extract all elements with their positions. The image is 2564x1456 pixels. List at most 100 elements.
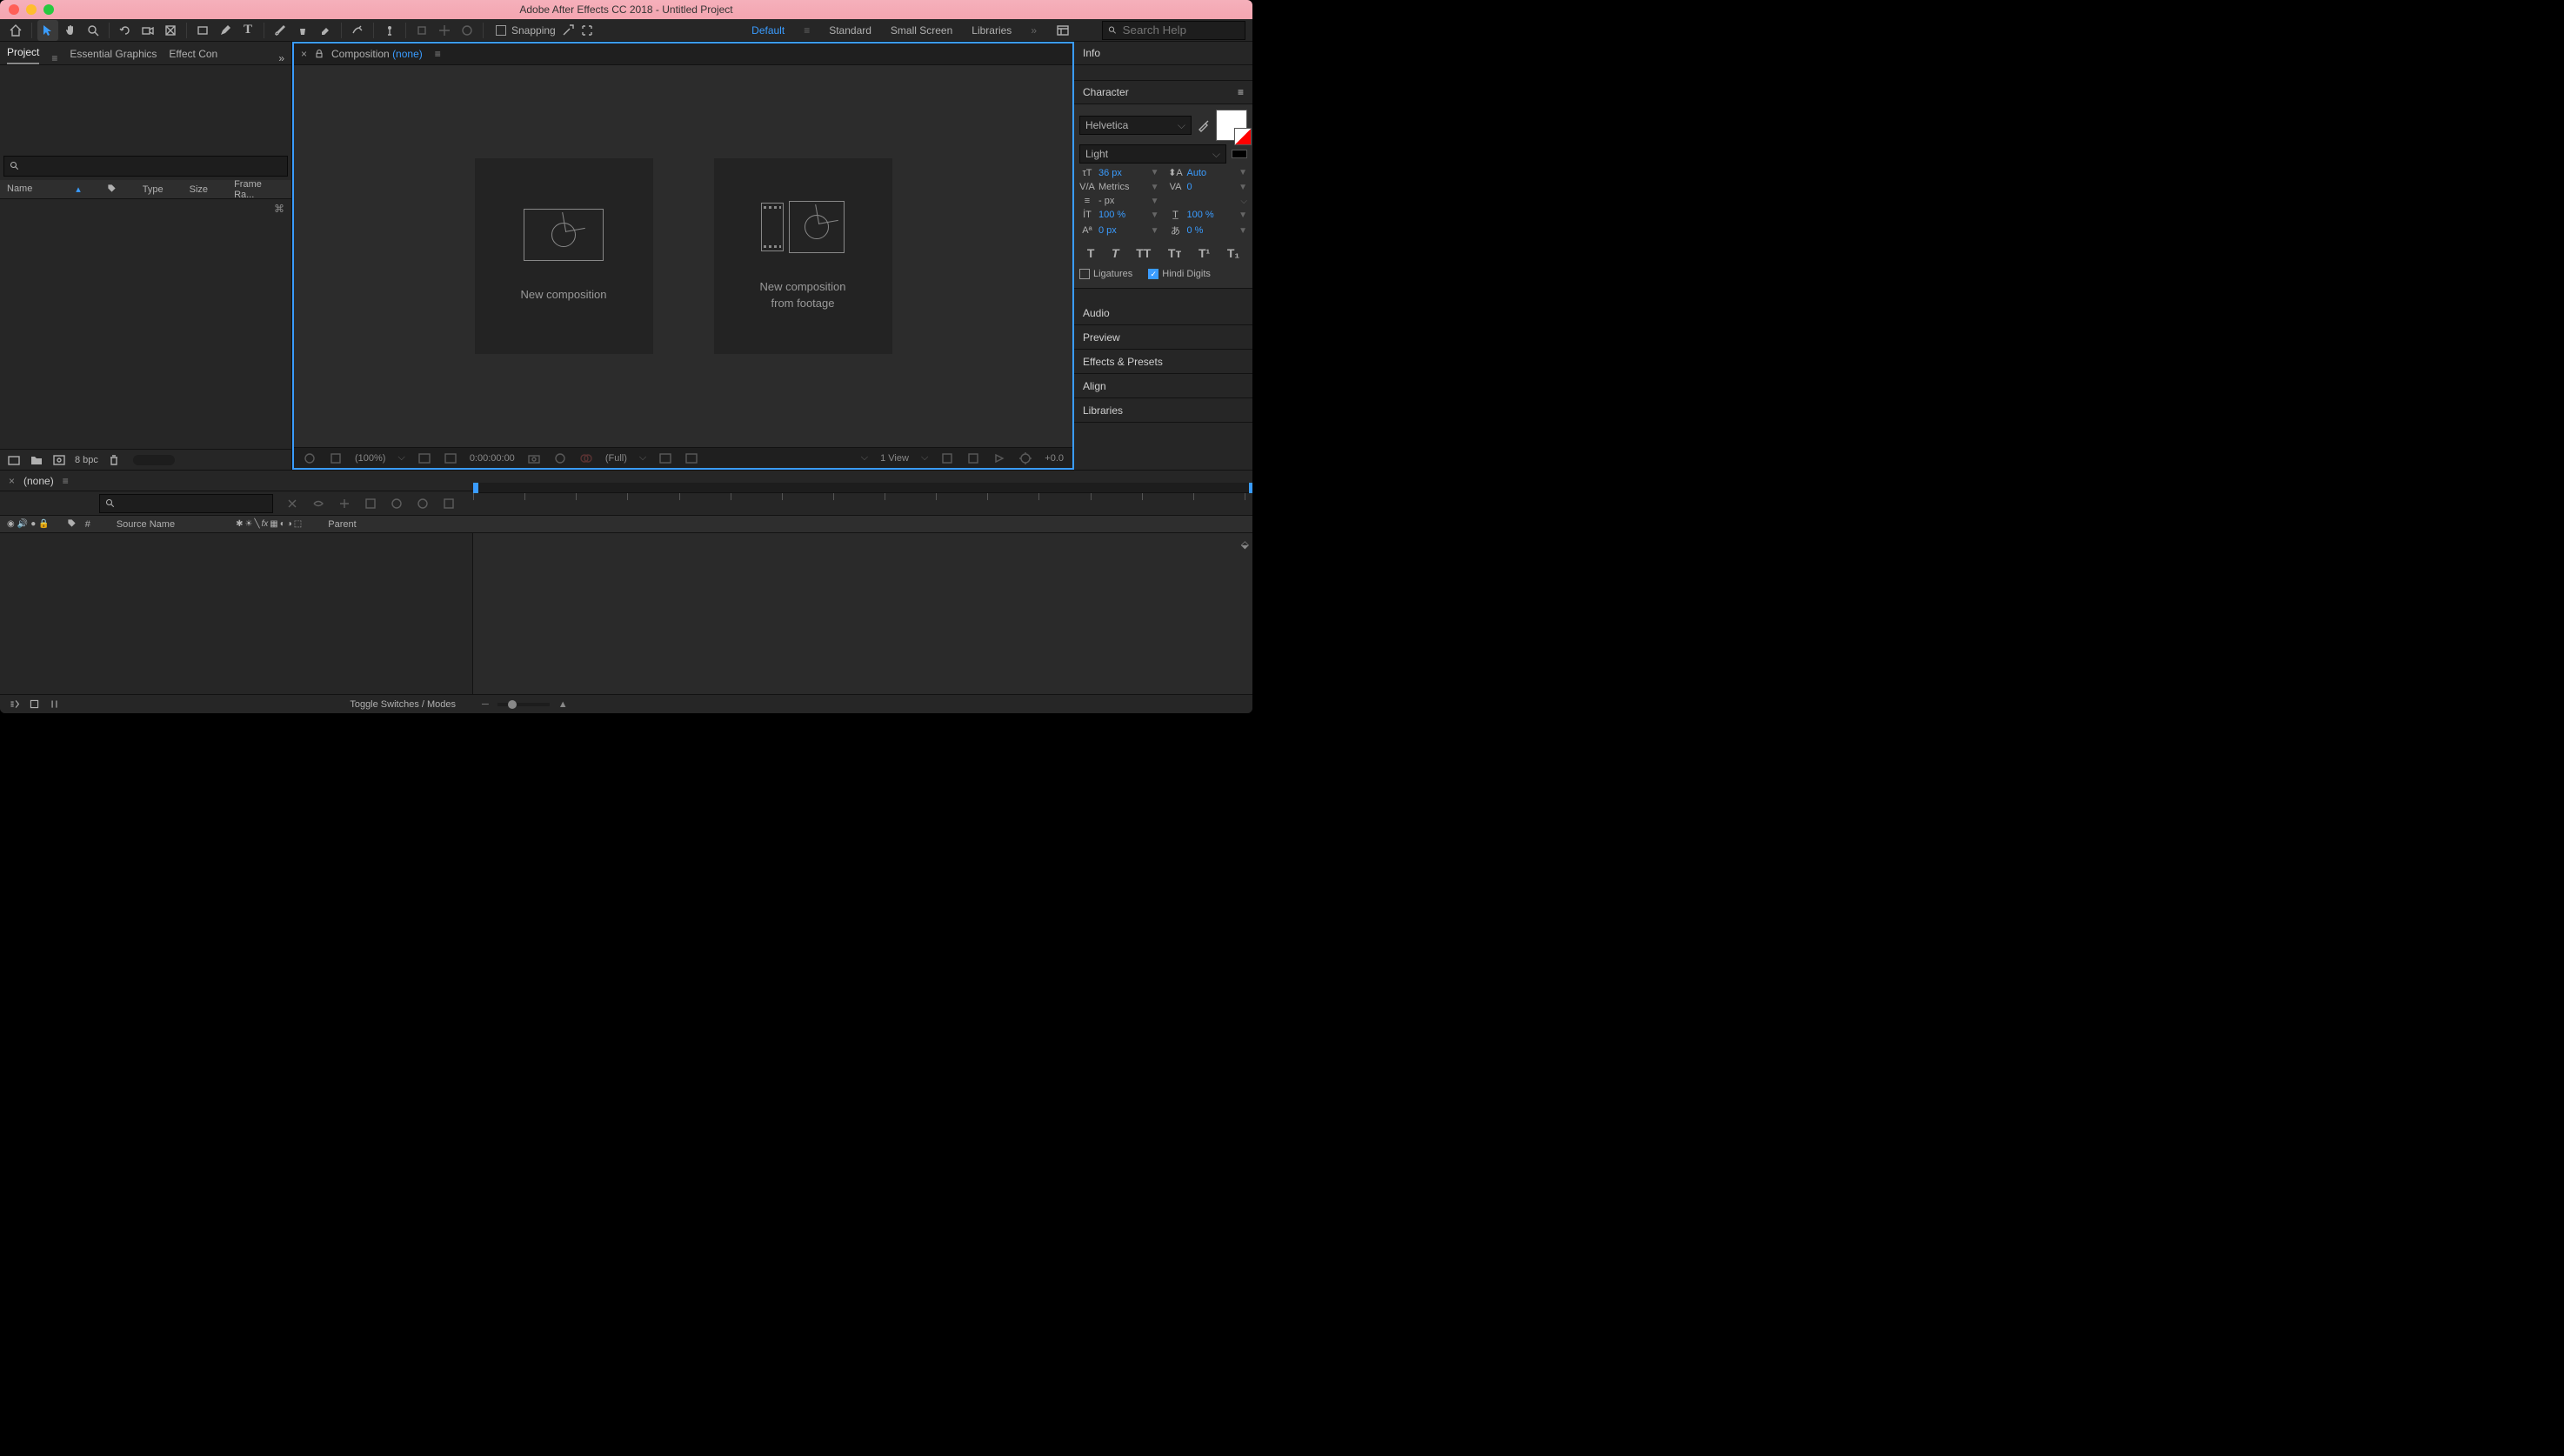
- allcaps-button[interactable]: TT: [1136, 246, 1151, 260]
- workspace-libraries[interactable]: Libraries: [972, 24, 1012, 37]
- resolution-value[interactable]: (Full): [605, 453, 627, 464]
- exposure-value[interactable]: +0.0: [1045, 453, 1064, 464]
- tsume-field[interactable]: あ0 %▼: [1168, 224, 1248, 237]
- project-slider[interactable]: [133, 455, 175, 465]
- audio-panel-header[interactable]: Audio: [1074, 301, 1252, 325]
- zoom-tool[interactable]: [83, 20, 103, 41]
- audio-col-icon[interactable]: 🔊: [17, 519, 28, 529]
- flowchart-icon[interactable]: ⌘: [274, 203, 284, 215]
- clone-stamp-tool[interactable]: [292, 20, 313, 41]
- view-dropdown-icon[interactable]: ⌵: [861, 452, 868, 464]
- timeline-tab-close-icon[interactable]: ×: [9, 475, 15, 487]
- video-col-icon[interactable]: ◉: [7, 519, 15, 529]
- ligatures-checkbox[interactable]: Ligatures: [1079, 269, 1132, 279]
- italic-button[interactable]: T: [1112, 246, 1119, 260]
- font-size-field[interactable]: τT36 px▼: [1079, 167, 1159, 178]
- 3d-switch-icon[interactable]: ⬚: [294, 519, 302, 529]
- guides-icon[interactable]: [684, 451, 698, 465]
- parent-col[interactable]: Parent: [328, 519, 356, 530]
- resolution-icon[interactable]: [417, 451, 431, 465]
- bpc-label[interactable]: 8 bpc: [75, 455, 98, 465]
- col-name[interactable]: Name: [7, 184, 32, 195]
- new-composition-button[interactable]: New composition: [475, 158, 653, 354]
- type-tool[interactable]: T: [237, 20, 258, 41]
- frame-blend-switch-icon[interactable]: ▦: [270, 519, 277, 529]
- roi-icon[interactable]: [444, 451, 457, 465]
- workspace-default[interactable]: Default: [751, 24, 785, 37]
- project-columns-header[interactable]: Name▴ Type Size Frame Ra...: [0, 180, 291, 199]
- project-search-input[interactable]: [3, 156, 288, 177]
- zoom-dropdown-icon[interactable]: ⌵: [397, 452, 404, 464]
- close-window-button[interactable]: [9, 4, 19, 15]
- view-axis-tool[interactable]: [457, 20, 477, 41]
- show-channel-icon[interactable]: [553, 451, 567, 465]
- font-weight-select[interactable]: Light⌵: [1079, 144, 1226, 164]
- timecode-value[interactable]: 0:00:00:00: [470, 453, 515, 464]
- search-help-field[interactable]: [1123, 23, 1239, 37]
- exposure-reset-icon[interactable]: [1018, 451, 1032, 465]
- toggle-switches-modes-button[interactable]: Toggle Switches / Modes: [350, 699, 456, 710]
- fast-preview-icon[interactable]: [992, 451, 1006, 465]
- shy-icon[interactable]: [337, 497, 351, 511]
- interpret-footage-icon[interactable]: [7, 453, 21, 467]
- hindi-digits-checkbox[interactable]: Hindi Digits: [1148, 269, 1211, 279]
- local-axis-tool[interactable]: [411, 20, 432, 41]
- transfer-modes-icon[interactable]: [49, 698, 60, 710]
- draft-3d-icon[interactable]: [311, 497, 325, 511]
- index-col[interactable]: #: [85, 519, 90, 530]
- effects-presets-panel-header[interactable]: Effects & Presets: [1074, 350, 1252, 374]
- orbit-tool[interactable]: [115, 20, 136, 41]
- kerning-field[interactable]: V/AMetrics▼: [1079, 182, 1159, 192]
- new-folder-icon[interactable]: [30, 453, 43, 467]
- info-panel-header[interactable]: Info: [1074, 42, 1252, 65]
- pan-behind-tool[interactable]: [160, 20, 181, 41]
- alpha-toggle-icon[interactable]: [303, 451, 317, 465]
- solo-col-icon[interactable]: ●: [30, 519, 36, 529]
- superscript-button[interactable]: T¹: [1199, 246, 1210, 260]
- baseline-shift-field[interactable]: Aª0 px▼: [1079, 224, 1159, 237]
- zoom-value[interactable]: (100%): [355, 453, 385, 464]
- zoom-in-icon[interactable]: ▲: [558, 699, 568, 710]
- workspace-standard[interactable]: Standard: [829, 24, 871, 37]
- search-help-input[interactable]: [1102, 21, 1245, 40]
- project-item-list[interactable]: ⌘: [0, 199, 291, 449]
- preview-panel-header[interactable]: Preview: [1074, 325, 1252, 350]
- tab-essential-graphics[interactable]: Essential Graphics: [70, 43, 157, 64]
- align-panel-header[interactable]: Align: [1074, 374, 1252, 398]
- font-family-select[interactable]: Helvetica⌵: [1079, 116, 1192, 135]
- quality-switch-icon[interactable]: ╲: [254, 519, 259, 529]
- snap-bounds-icon[interactable]: [580, 23, 594, 37]
- puppet-pin-tool[interactable]: [379, 20, 400, 41]
- bold-button[interactable]: T: [1087, 246, 1095, 260]
- comp-tab-menu-icon[interactable]: ≡: [435, 48, 441, 60]
- panel-overflow-icon[interactable]: »: [278, 52, 284, 64]
- stroke-color-swatch[interactable]: [1232, 150, 1247, 158]
- workspace-reset-icon[interactable]: [1056, 23, 1070, 37]
- subscript-button[interactable]: T₁: [1227, 246, 1239, 260]
- eraser-tool[interactable]: [315, 20, 336, 41]
- eyedropper-icon[interactable]: [1197, 118, 1211, 132]
- motion-blur-switch-icon[interactable]: ◐: [280, 519, 285, 529]
- render-time-icon[interactable]: [442, 497, 456, 511]
- graph-editor-icon[interactable]: [416, 497, 430, 511]
- time-navigator[interactable]: [473, 483, 1252, 493]
- snapping-checkbox[interactable]: [496, 25, 506, 36]
- character-panel-header[interactable]: Character ≡: [1074, 81, 1252, 104]
- new-composition-from-footage-button[interactable]: New composition from footage: [714, 158, 892, 354]
- shy-switch-icon[interactable]: ✱: [236, 519, 243, 529]
- snap-extend-icon[interactable]: [561, 23, 575, 37]
- comp-tab-close-icon[interactable]: ×: [301, 48, 307, 60]
- stroke-style-select[interactable]: ⌵: [1168, 196, 1248, 206]
- view-menu-icon[interactable]: ⌵: [921, 452, 928, 464]
- col-frame-rate[interactable]: Frame Ra...: [234, 179, 284, 200]
- leading-field[interactable]: ⬍AAuto▼: [1168, 167, 1248, 178]
- tab-effect-controls[interactable]: Effect Con: [169, 43, 217, 64]
- selection-tool[interactable]: [37, 20, 58, 41]
- res-dropdown-icon[interactable]: ⌵: [639, 452, 646, 464]
- lock-icon[interactable]: [314, 49, 324, 59]
- world-axis-tool[interactable]: [434, 20, 455, 41]
- camera-tool[interactable]: [137, 20, 158, 41]
- tracking-field[interactable]: VA0▼: [1168, 182, 1248, 192]
- rectangle-tool[interactable]: [192, 20, 213, 41]
- timeline-tab-menu-icon[interactable]: ≡: [63, 475, 69, 487]
